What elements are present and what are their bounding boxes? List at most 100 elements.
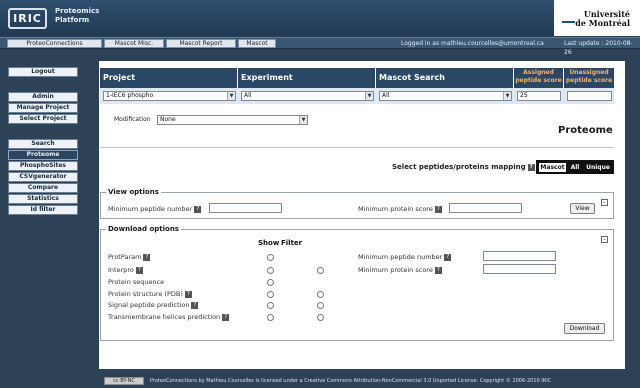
download-row-label: ProtParam <box>108 253 142 261</box>
modification-select[interactable]: None ▼ <box>157 115 308 125</box>
download-row-label: Transmembrane helices prediction <box>108 313 221 321</box>
chevron-down-icon: ▼ <box>503 92 511 100</box>
collapse-icon[interactable]: – <box>601 199 608 206</box>
help-icon[interactable]: ? <box>194 205 202 213</box>
mapping-option-unique[interactable]: Unique <box>584 163 612 172</box>
download-row-interpro: Interpro? <box>108 266 143 274</box>
sidebar-item-id-filter[interactable]: Id filter <box>8 205 78 215</box>
download-row-protparam: ProtParam? <box>108 253 151 261</box>
chevron-down-icon: ▼ <box>365 92 373 100</box>
sidebar-item-compare[interactable]: Compare <box>8 183 78 193</box>
experiment-select[interactable]: All ▼ <box>241 91 374 101</box>
collapse-icon[interactable]: – <box>601 236 608 243</box>
sidebar-item-phosphosites[interactable]: PhosphoSites <box>8 161 78 171</box>
sidebar-item-search[interactable]: Search <box>8 139 78 149</box>
help-icon[interactable]: ? <box>444 253 452 261</box>
download-options-legend: Download options <box>106 225 181 234</box>
download-row-label: Interpro <box>108 266 134 274</box>
divider <box>100 147 614 148</box>
download-options-panel <box>100 229 614 341</box>
app-header: IRIC Proteomics Platform Université de M… <box>0 0 640 36</box>
app-title: Proteomics Platform <box>55 7 100 24</box>
sidebar-item-select-project[interactable]: Select Project <box>8 114 78 124</box>
chevron-down-icon: ▼ <box>227 92 235 100</box>
mapping-label: Select peptides/proteins mapping? <box>392 163 535 171</box>
mapping-toggle: Mascot All Unique <box>536 160 614 174</box>
view-min-protein-input[interactable] <box>449 203 522 213</box>
help-icon[interactable]: ? <box>222 313 230 321</box>
download-row-signal-peptide: Signal peptide prediction? <box>108 301 199 309</box>
footer-license-text: ProteoConnections by Mathieu Courcelles … <box>150 378 552 384</box>
filter-radio-signal-peptide[interactable] <box>317 302 324 309</box>
cc-license-badge[interactable]: cc BY-NC <box>104 377 144 385</box>
experiment-column-header: Experiment <box>238 68 375 88</box>
help-icon[interactable]: ? <box>143 253 151 261</box>
nav-tab-mascot[interactable]: Mascot <box>238 39 276 48</box>
show-radio-interpro[interactable] <box>267 267 274 274</box>
mapping-option-all[interactable]: All <box>567 163 583 172</box>
download-row-transmembrane: Transmembrane helices prediction? <box>108 313 230 321</box>
view-min-protein-text: Minimum protein score <box>358 205 433 213</box>
filter-column-header: Filter <box>281 239 303 247</box>
download-button[interactable]: Download <box>564 323 605 334</box>
view-button[interactable]: View <box>570 203 595 214</box>
modification-select-value: None <box>160 116 176 123</box>
logged-in-info: Logged in as mathieu.courcelles@umontrea… <box>401 40 544 47</box>
sidebar-item-csvgenerator[interactable]: CSVgenerator <box>8 172 78 182</box>
top-nav: ProteoConnections Mascot Misc. Mascot Re… <box>0 37 640 56</box>
mapping-option-mascot[interactable]: Mascot <box>539 163 566 172</box>
nav-tab-proteoconnections[interactable]: ProteoConnections <box>7 39 102 48</box>
show-radio-transmembrane[interactable] <box>267 314 274 321</box>
sidebar-item-manage-project[interactable]: Manage Project <box>8 103 78 113</box>
show-column-header: Show <box>258 239 280 247</box>
help-icon[interactable]: ? <box>434 266 442 274</box>
nav-tab-mascot-report[interactable]: Mascot Report <box>166 39 236 48</box>
sidebar-item-proteome[interactable]: Proteome <box>8 150 78 160</box>
page-title: Proteome <box>558 125 613 136</box>
mascot-search-column-header: Mascot Search <box>376 68 513 88</box>
assigned-score-column-header: Assigned peptide score <box>514 68 563 88</box>
download-min-peptide-label: Minimum peptide number? <box>358 253 452 261</box>
help-icon[interactable]: ? <box>191 301 199 309</box>
help-icon[interactable]: ? <box>184 290 192 298</box>
sidebar-item-statistics[interactable]: Statistics <box>8 194 78 204</box>
view-options-legend: View options <box>106 188 161 197</box>
help-icon[interactable]: ? <box>527 163 535 171</box>
assigned-score-input[interactable]: 25 <box>517 91 561 101</box>
view-min-peptide-input[interactable] <box>209 203 282 213</box>
filter-radio-protein-structure[interactable] <box>317 291 324 298</box>
sidebar: Logout Admin Manage Project Select Proje… <box>0 50 88 370</box>
university-logo: Université de Montréal <box>554 0 640 36</box>
download-min-protein-label: Minimum protein score? <box>358 266 442 274</box>
help-icon[interactable]: ? <box>434 205 442 213</box>
iric-logo: IRIC <box>8 8 47 29</box>
view-min-peptide-text: Minimum peptide number <box>108 205 193 213</box>
show-radio-protein-structure[interactable] <box>267 291 274 298</box>
mascot-search-select-value: All <box>382 92 390 99</box>
filter-row: 1-IEC6 phospho ▼ All ▼ All ▼ 25 <box>100 88 614 104</box>
download-min-protein-input[interactable] <box>483 264 556 274</box>
help-icon[interactable]: ? <box>135 266 143 274</box>
mapping-label-text: Select peptides/proteins mapping <box>392 163 526 171</box>
nav-tab-mascot-misc[interactable]: Mascot Misc. <box>104 39 164 48</box>
download-min-peptide-input[interactable] <box>483 251 556 261</box>
show-radio-signal-peptide[interactable] <box>267 302 274 309</box>
filter-radio-transmembrane[interactable] <box>317 314 324 321</box>
show-radio-protparam[interactable] <box>267 254 274 261</box>
project-select[interactable]: 1-IEC6 phospho ▼ <box>103 91 236 101</box>
download-row-protein-structure: Protein structure (PDB)? <box>108 290 192 298</box>
project-column-header: Project <box>100 68 237 88</box>
sidebar-logout-button[interactable]: Logout <box>8 67 78 77</box>
download-row-protein-sequence: Protein sequence <box>108 278 165 286</box>
mascot-search-select[interactable]: All ▼ <box>379 91 512 101</box>
download-min-protein-text: Minimum protein score <box>358 266 433 274</box>
download-min-peptide-text: Minimum peptide number <box>358 253 443 261</box>
filter-radio-interpro[interactable] <box>317 267 324 274</box>
project-select-value: 1-IEC6 phospho <box>106 92 154 99</box>
sidebar-item-admin[interactable]: Admin <box>8 92 78 102</box>
unassigned-score-input[interactable] <box>567 91 612 101</box>
view-min-protein-label: Minimum protein score? <box>358 205 442 213</box>
show-radio-protein-sequence[interactable] <box>267 279 274 286</box>
experiment-select-value: All <box>244 92 252 99</box>
download-row-label: Protein structure (PDB) <box>108 290 183 298</box>
